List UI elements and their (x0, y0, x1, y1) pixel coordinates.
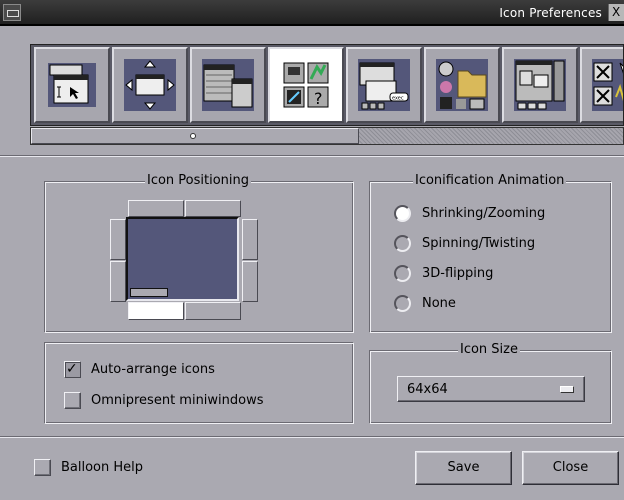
window-move-icon[interactable] (112, 47, 188, 123)
svg-text:exec: exec (392, 96, 404, 102)
strip-scrollbar[interactable] (30, 127, 624, 145)
window-title: Icon Preferences (499, 6, 602, 20)
misc-prefs-icon[interactable] (580, 47, 623, 123)
separator-top (0, 155, 624, 157)
position-right-top[interactable] (242, 219, 258, 260)
radio-label: 3D-flipping (422, 266, 494, 281)
omnipresent-checkbox[interactable] (64, 392, 81, 409)
miniwindow-preview (130, 288, 168, 297)
title-bar[interactable]: Icon Preferences X (0, 0, 624, 26)
keyboard-shortcuts-icon[interactable]: exec (346, 47, 422, 123)
balloon-help-checkbox[interactable] (34, 459, 51, 476)
workspace-prefs-icon[interactable] (502, 47, 578, 123)
checkmark-icon: ✓ (66, 361, 78, 377)
iconification-animation-group: Iconification Animation Shrinking/Zoomin… (369, 173, 612, 333)
position-top-right[interactable] (185, 200, 241, 217)
close-button[interactable]: Close (522, 451, 619, 485)
preference-section-strip: ? exec (30, 44, 624, 126)
auto-arrange-label: Auto-arrange icons (91, 362, 215, 377)
scrollbar-grip-icon (190, 133, 196, 139)
position-bottom-right[interactable] (185, 302, 241, 320)
position-left-top[interactable] (110, 219, 126, 260)
radio-button[interactable] (394, 205, 411, 222)
position-left-bottom[interactable] (110, 261, 126, 302)
radio-button[interactable] (394, 235, 411, 252)
screen-area (126, 217, 239, 301)
workspace-icons-icon[interactable] (424, 47, 500, 123)
dropdown-arrow-icon (560, 386, 574, 393)
radio-label: Spinning/Twisting (422, 236, 536, 251)
close-window-button[interactable]: X (608, 4, 624, 21)
radio-label: Shrinking/Zooming (422, 206, 546, 221)
omnipresent-label: Omnipresent miniwindows (91, 393, 264, 408)
icon-size-group: Icon Size 64x64 (369, 342, 612, 424)
icon-positioning-title: Icon Positioning (145, 173, 252, 188)
balloon-help-label: Balloon Help (61, 460, 144, 475)
iconification-animation-title: Iconification Animation (413, 173, 567, 188)
icon-size-value: 64x64 (407, 382, 448, 397)
icon-positioning-group: Icon Positioning (44, 173, 354, 333)
radio-button[interactable] (394, 295, 411, 312)
position-top-left[interactable] (128, 200, 184, 217)
window-focus-icon[interactable] (34, 47, 110, 123)
radio-label: None (422, 296, 456, 311)
icon-options-group: ✓ Auto-arrange icons Omnipresent miniwin… (44, 342, 354, 424)
menu-prefs-icon[interactable] (190, 47, 266, 123)
window-menu-button[interactable] (3, 4, 21, 21)
svg-text:?: ? (314, 89, 323, 108)
icon-prefs-icon[interactable]: ? (268, 47, 344, 123)
position-right-bottom[interactable] (242, 261, 258, 302)
scrollbar-knob[interactable] (31, 128, 359, 144)
icon-size-dropdown[interactable]: 64x64 (397, 376, 585, 402)
auto-arrange-checkbox[interactable]: ✓ (64, 361, 81, 378)
save-button[interactable]: Save (415, 451, 512, 485)
position-bottom-left[interactable] (128, 302, 184, 320)
radio-button[interactable] (394, 265, 411, 282)
icon-size-title: Icon Size (458, 342, 520, 357)
separator-bottom (0, 436, 624, 438)
